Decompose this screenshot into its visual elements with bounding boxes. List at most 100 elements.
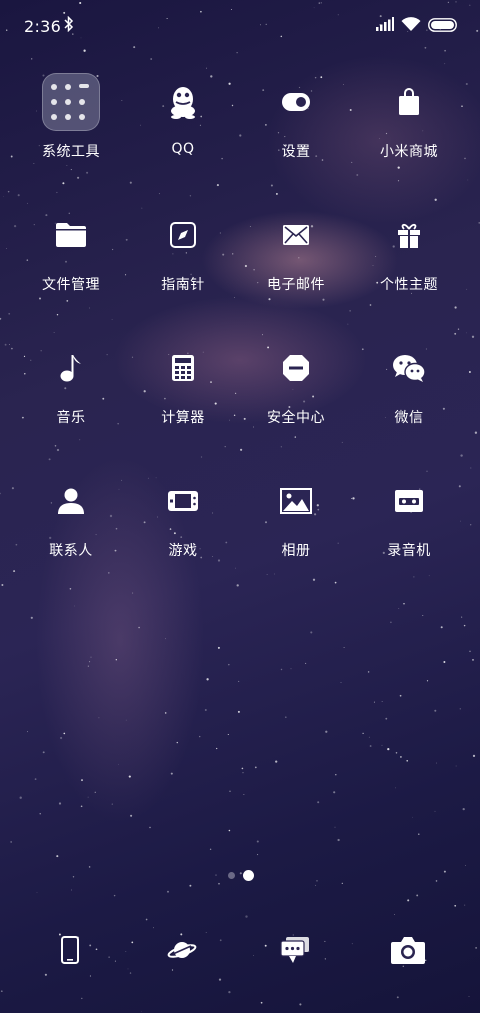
star	[107, 572, 110, 574]
app-wechat[interactable]: 微信	[353, 338, 465, 427]
star	[98, 717, 100, 719]
star	[217, 646, 220, 649]
dock-messages[interactable]	[265, 920, 325, 980]
star	[368, 736, 370, 738]
star	[60, 736, 63, 740]
star	[466, 288, 468, 290]
star	[434, 198, 437, 201]
app-compass[interactable]: 指南针	[127, 205, 239, 294]
star	[56, 448, 60, 452]
app-label: 联系人	[49, 543, 93, 559]
star	[465, 865, 466, 866]
star	[200, 456, 203, 458]
star	[467, 179, 469, 181]
star	[11, 347, 13, 350]
app-label: 音乐	[56, 410, 86, 426]
app-label: 游戏	[168, 543, 198, 559]
app-calculator[interactable]: 计算器	[127, 338, 239, 427]
app-qq[interactable]: QQ	[127, 72, 239, 157]
star	[88, 866, 91, 868]
star	[455, 765, 457, 767]
app-email[interactable]: 电子邮件	[240, 205, 352, 294]
star	[19, 796, 22, 799]
star	[53, 332, 55, 333]
person-icon	[58, 488, 84, 514]
dock-phone[interactable]	[40, 920, 100, 980]
messages-icon	[280, 937, 309, 963]
star	[464, 904, 466, 906]
star	[260, 1001, 263, 1004]
star	[270, 184, 273, 187]
star	[199, 735, 201, 738]
star	[165, 638, 166, 640]
star	[132, 592, 134, 594]
star	[413, 576, 415, 578]
star	[81, 779, 83, 782]
app-file-manager[interactable]: 文件管理	[15, 205, 127, 294]
app-recorder[interactable]: 录音机	[353, 471, 465, 560]
star	[87, 796, 89, 798]
star	[243, 794, 245, 795]
app-system-tools[interactable]: 系统工具	[15, 72, 127, 161]
star	[403, 603, 405, 605]
star	[240, 448, 243, 451]
star	[56, 855, 59, 858]
recorder-icon	[395, 490, 423, 512]
app-music[interactable]: 音乐	[15, 338, 127, 427]
star	[221, 157, 223, 160]
star	[58, 802, 62, 805]
star	[317, 801, 320, 804]
star	[280, 668, 283, 671]
star	[466, 332, 468, 334]
star	[335, 773, 337, 776]
dock-browser[interactable]	[152, 920, 212, 980]
app-label: 个性主题	[380, 277, 438, 293]
cellular-signal-icon	[376, 17, 394, 31]
star	[385, 717, 388, 720]
star	[10, 155, 13, 158]
star	[74, 605, 75, 607]
app-security-center[interactable]: 安全中心	[240, 338, 352, 427]
star	[189, 884, 192, 887]
star	[396, 996, 399, 999]
star	[6, 248, 7, 249]
app-gallery[interactable]: 相册	[240, 471, 352, 560]
app-label: 电子邮件	[267, 277, 325, 293]
star	[428, 575, 430, 577]
star	[149, 826, 151, 829]
app-themes[interactable]: 个性主题	[353, 205, 465, 294]
image-icon	[280, 488, 312, 514]
battery-icon	[428, 18, 457, 32]
compass-icon	[170, 222, 196, 248]
star	[356, 174, 359, 176]
star	[77, 176, 80, 179]
star	[268, 298, 271, 301]
star	[138, 626, 140, 629]
star	[394, 914, 396, 915]
folder-icon	[42, 73, 100, 131]
star	[89, 307, 90, 309]
page-indicator[interactable]	[0, 870, 480, 882]
star	[373, 701, 375, 703]
star	[39, 813, 41, 815]
app-settings[interactable]: 设置	[240, 72, 352, 161]
status-time: 2:36	[24, 17, 62, 36]
star	[443, 661, 446, 663]
app-mi-store[interactable]: 小米商城	[353, 72, 465, 161]
page-dot-2-active[interactable]	[243, 870, 254, 881]
star	[381, 701, 383, 702]
star	[310, 631, 313, 634]
star	[56, 191, 58, 194]
star	[10, 841, 12, 843]
star	[216, 747, 218, 750]
star	[125, 719, 127, 721]
app-games[interactable]: 游戏	[127, 471, 239, 560]
star	[66, 300, 69, 302]
star	[130, 814, 133, 817]
star	[440, 626, 443, 629]
star	[470, 467, 472, 469]
page-dot-1[interactable]	[228, 872, 235, 879]
dock-camera[interactable]	[378, 920, 438, 980]
app-label: QQ	[171, 141, 195, 157]
app-contacts[interactable]: 联系人	[15, 471, 127, 560]
